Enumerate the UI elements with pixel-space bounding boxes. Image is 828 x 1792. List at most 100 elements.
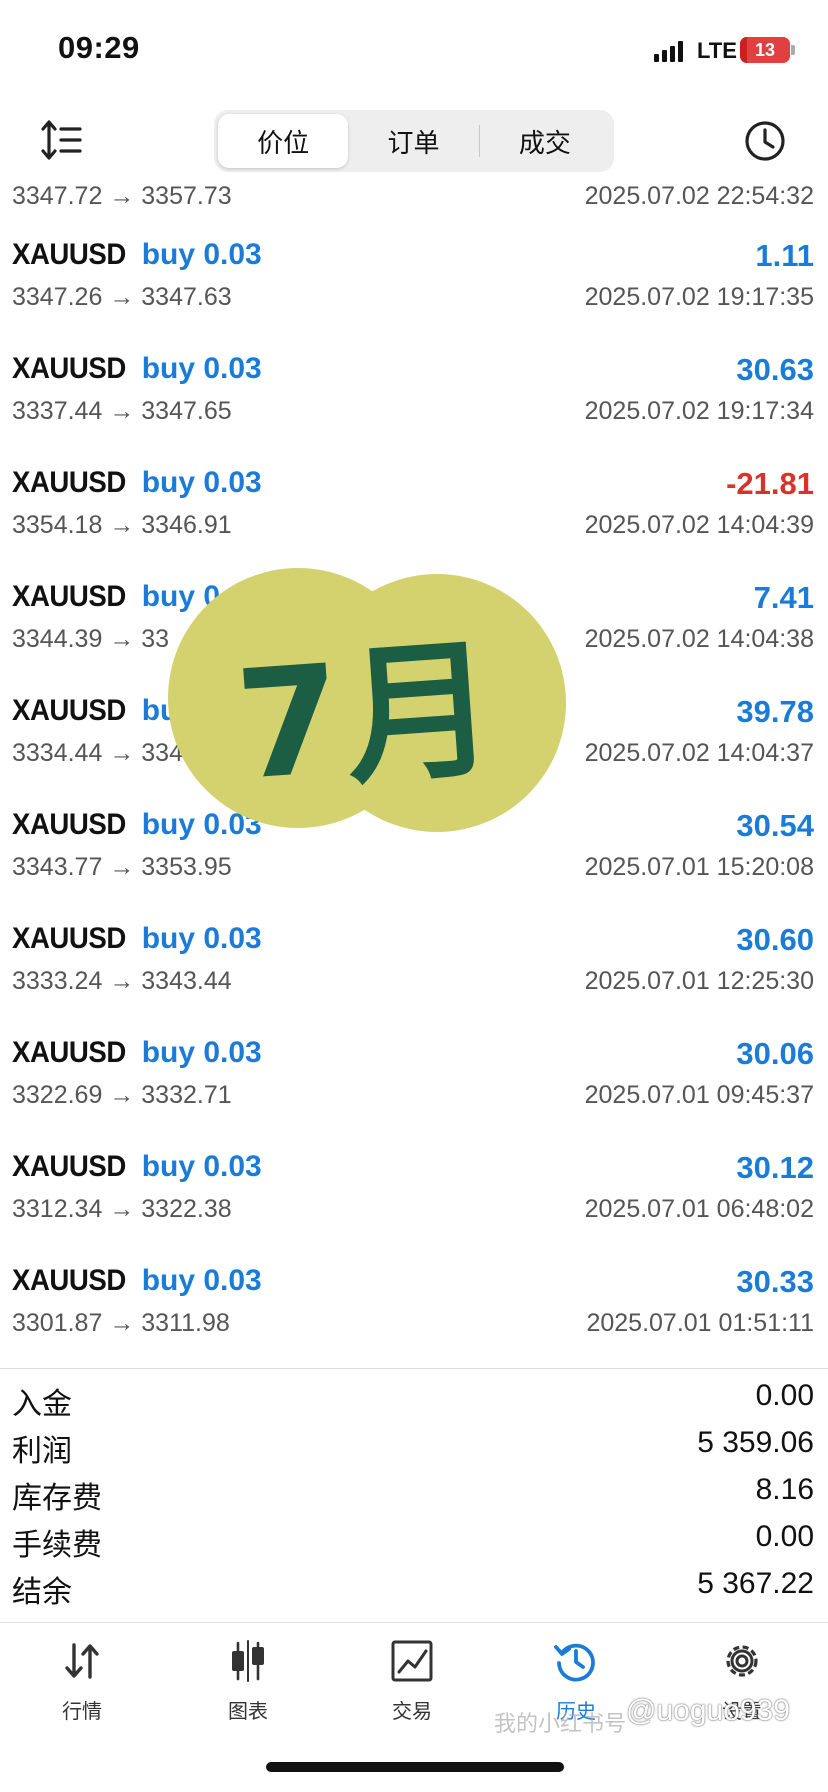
deal-profit: 30.54 bbox=[736, 808, 814, 843]
deal-time: 2025.07.02 14:04:39 bbox=[584, 511, 814, 539]
deal-prices: 3322.69 → 3332.71 bbox=[12, 1081, 232, 1109]
deal-prices: 3333.24 → 3343.44 bbox=[12, 967, 232, 995]
summary-value: 5 367.22 bbox=[697, 1567, 814, 1600]
deal-side: buy 0.03 bbox=[141, 808, 262, 841]
tab-price[interactable]: 价位 bbox=[218, 114, 349, 168]
deal-time: 2025.07.02 14:04:38 bbox=[584, 625, 814, 653]
status-bar: 09:29 LTE 13 bbox=[0, 0, 828, 100]
summary-row-swap: 库存费 8.16 bbox=[0, 1467, 828, 1515]
deal-side: buy 0.03 bbox=[141, 352, 262, 385]
summary-value: 0.00 bbox=[755, 1379, 814, 1412]
deal-symbol: XAUUSD bbox=[12, 694, 126, 727]
list-item[interactable]: XAUUSD buy 0.03 30.33 3301.87 → 3311.98 202… bbox=[0, 1246, 828, 1360]
list-item[interactable]: XAUUSD buy 0.03 7.41 3344.39 → 33 2025.07.0… bbox=[0, 562, 828, 676]
history-icon bbox=[554, 1643, 595, 1682]
tab-quotes[interactable]: 行情 bbox=[22, 1637, 142, 1737]
deal-prices: 3312.34 → 3322.38 bbox=[12, 1195, 232, 1223]
deal-profit: 30.12 bbox=[736, 1150, 814, 1185]
deal-side: buy 0.03 bbox=[141, 580, 262, 613]
quotes-arrows-icon bbox=[65, 1643, 99, 1679]
deal-profit: -21.81 bbox=[726, 466, 814, 501]
battery-tip bbox=[791, 45, 795, 55]
deal-time: 2025.07.01 06:48:02 bbox=[584, 1195, 814, 1223]
list-item[interactable]: XAUUSD buy 0.03 30.63 3337.44 → 3347.65 202… bbox=[0, 334, 828, 448]
tab-label: 交易 bbox=[392, 1701, 432, 1723]
watermark-text: 我的小红书号 bbox=[494, 1711, 627, 1736]
deal-prices: 3337.44 → 3347.65 bbox=[12, 397, 232, 425]
deal-side: buy 0.03 bbox=[141, 238, 262, 271]
deal-symbol: XAUUSD bbox=[12, 1264, 126, 1297]
summary-row-commission: 手续费 0.00 bbox=[0, 1514, 828, 1562]
summary-row-balance: 结余 5 367.22 bbox=[0, 1561, 828, 1609]
deal-profit: 30.63 bbox=[736, 352, 814, 387]
deal-symbol: XAUUSD bbox=[12, 1150, 126, 1183]
view-segmented-control: 价位 订单 成交 bbox=[214, 110, 614, 172]
list-item[interactable]: XAUUSD buy 0.03 1.11 3347.26 → 3347.63 2025… bbox=[0, 220, 828, 334]
deal-side: buy bbox=[141, 694, 196, 727]
tab-deals[interactable]: 成交 bbox=[480, 114, 610, 168]
deal-time: 2025.07.01 12:25:30 bbox=[584, 967, 814, 995]
deal-symbol: XAUUSD bbox=[12, 466, 126, 499]
deal-symbol: XAUUSD bbox=[12, 580, 126, 613]
deal-time: 2025.07.02 19:17:34 bbox=[584, 397, 814, 425]
signal-icon bbox=[654, 40, 683, 62]
deal-symbol: XAUUSD bbox=[12, 1036, 126, 1069]
list-item[interactable]: XAUUSD buy 0.03 30.54 3343.77 → 3353.95 202… bbox=[0, 790, 828, 904]
list-item[interactable]: XAUUSD buy 0.03 30.60 3333.24 → 3343.44 202… bbox=[0, 904, 828, 1018]
deal-time: 2025.07.01 09:45:37 bbox=[584, 1081, 814, 1109]
deal-side: buy 0.03 bbox=[141, 1264, 262, 1297]
gear-icon bbox=[726, 1645, 758, 1677]
summary-label: 入金 bbox=[12, 1388, 72, 1421]
summary-row-deposit: 入金 0.00 bbox=[0, 1373, 828, 1421]
list-item[interactable]: XAUUSD buy 39.78 3334.44 → 334 2025.07.02 1… bbox=[0, 676, 828, 790]
tab-trade[interactable]: 交易 bbox=[352, 1637, 472, 1737]
deal-time: 2025.07.01 01:51:11 bbox=[586, 1309, 814, 1337]
candlestick-icon bbox=[232, 1640, 264, 1682]
toolbar: 价位 订单 成交 bbox=[0, 100, 828, 184]
deal-symbol: XAUUSD bbox=[12, 352, 126, 385]
deal-profit: 30.33 bbox=[736, 1264, 814, 1299]
status-time: 09:29 bbox=[58, 30, 140, 65]
deal-profit: 30.60 bbox=[736, 922, 814, 957]
home-indicator bbox=[266, 1762, 564, 1772]
watermark-handle: @uoguo939 bbox=[626, 1694, 790, 1727]
deal-prices: 3354.18 → 3346.91 bbox=[12, 511, 232, 539]
tab-charts[interactable]: 图表 bbox=[188, 1637, 308, 1737]
summary-label: 库存费 bbox=[12, 1482, 102, 1515]
summary-value: 0.00 bbox=[755, 1520, 814, 1553]
summary-row-profit: 利润 5 359.06 bbox=[0, 1420, 828, 1468]
summary-label: 利润 bbox=[12, 1435, 72, 1468]
summary-label: 手续费 bbox=[12, 1529, 102, 1562]
deal-prices: 3334.44 → 334 bbox=[12, 739, 183, 767]
battery-level: 13 bbox=[754, 39, 776, 60]
deal-time: 2025.07.02 19:17:35 bbox=[584, 283, 814, 311]
sort-icon[interactable] bbox=[40, 118, 84, 162]
clock-icon[interactable] bbox=[742, 118, 788, 164]
list-item[interactable]: XAUUSD buy 0.03 30.06 3322.69 → 3332.71 202… bbox=[0, 1018, 828, 1132]
tab-label: 行情 bbox=[62, 1701, 102, 1723]
summary-value: 8.16 bbox=[755, 1473, 814, 1506]
account-summary: 入金 0.00 利润 5 359.06 库存费 8.16 手续费 0.00 结余… bbox=[0, 1368, 828, 1609]
deals-list: 3347.72 → 3357.73 2025.07.02 22:54:32 XA… bbox=[0, 178, 828, 1360]
deal-symbol: XAUUSD bbox=[12, 808, 126, 841]
deal-time: 2025.07.01 15:20:08 bbox=[584, 853, 814, 881]
deal-prices: 3347.26 → 3347.63 bbox=[12, 283, 232, 311]
list-item-partial[interactable]: 3347.72 → 3357.73 2025.07.02 22:54:32 bbox=[0, 178, 828, 220]
summary-value: 5 359.06 bbox=[697, 1426, 814, 1459]
list-item[interactable]: XAUUSD buy 0.03 -21.81 3354.18 → 3346.91 20… bbox=[0, 448, 828, 562]
deal-profit: 1.11 bbox=[755, 238, 814, 273]
tab-orders[interactable]: 订单 bbox=[348, 114, 478, 168]
summary-label: 结余 bbox=[12, 1576, 72, 1609]
deal-prices: 3347.72 → 3357.73 bbox=[12, 182, 232, 210]
deal-profit: 7.41 bbox=[753, 580, 814, 615]
deal-time: 2025.07.02 14:04:37 bbox=[584, 739, 814, 767]
deal-symbol: XAUUSD bbox=[12, 922, 126, 955]
list-item[interactable]: XAUUSD buy 0.03 30.12 3312.34 → 3322.38 202… bbox=[0, 1132, 828, 1246]
deal-side: buy 0.03 bbox=[141, 922, 262, 955]
deal-prices: 3301.87 → 3311.98 bbox=[12, 1309, 230, 1337]
network-type: LTE bbox=[697, 38, 737, 63]
deal-side: buy 0.03 bbox=[141, 466, 262, 499]
battery-icon: 13 bbox=[740, 37, 790, 63]
tab-label: 图表 bbox=[228, 1701, 268, 1723]
trade-chart-icon bbox=[391, 1640, 433, 1682]
